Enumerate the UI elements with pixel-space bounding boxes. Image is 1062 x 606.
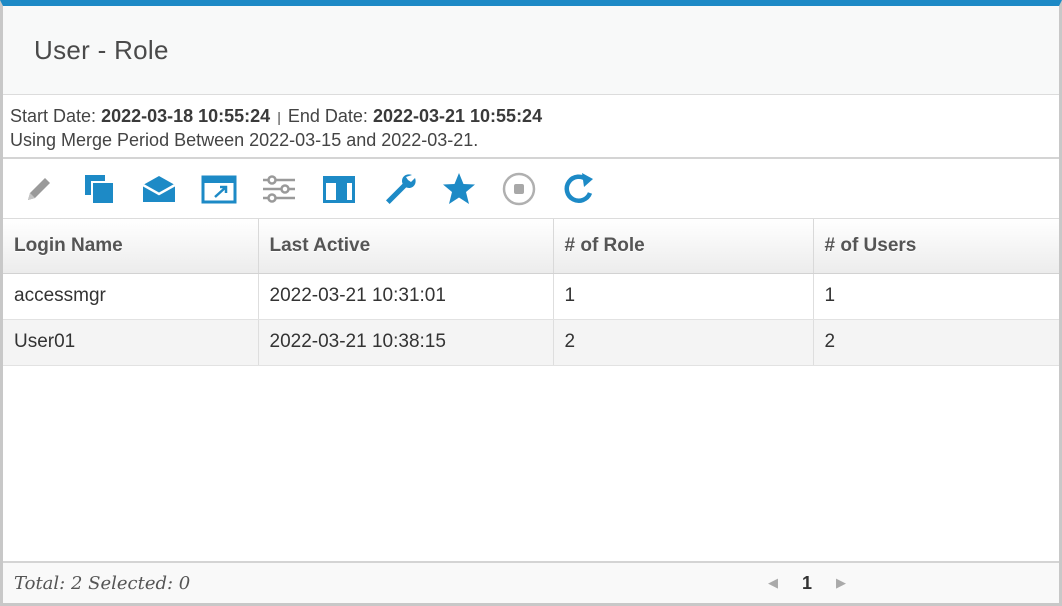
favorite-button[interactable] — [435, 169, 483, 209]
refresh-icon — [564, 172, 593, 203]
start-date-label: Start Date: — [10, 106, 97, 126]
cell-login-name: User01 — [3, 319, 259, 366]
user-role-table: Login Name Last Active # of Role # of Us… — [3, 219, 1059, 366]
pagination: ◀ 1 ▶ — [763, 573, 851, 594]
current-page[interactable]: 1 — [783, 573, 831, 594]
cell-num-role: 1 — [553, 273, 814, 320]
selection-summary: Total: 2 Selected: 0 — [14, 572, 191, 594]
column-header-login-name[interactable]: Login Name — [3, 219, 259, 274]
refresh-button[interactable] — [555, 169, 603, 209]
toolbar — [3, 159, 1059, 219]
table-header-row: Login Name Last Active # of Role # of Us… — [3, 219, 1059, 274]
date-info: Start Date: 2022-03-18 10:55:24 | End Da… — [3, 95, 1059, 159]
table-row[interactable]: accessmgr 2022-03-21 10:31:01 1 1 — [3, 273, 1059, 320]
end-date-value: 2022-03-21 10:55:24 — [372, 106, 543, 126]
user-role-window: User - Role Start Date: 2022-03-18 10:55… — [0, 0, 1062, 606]
title-bar: User - Role — [3, 6, 1059, 95]
filter-settings-button[interactable] — [255, 169, 303, 209]
status-footer: Total: 2 Selected: 0 ◀ 1 ▶ — [3, 561, 1059, 603]
stop-button[interactable] — [495, 169, 543, 209]
column-header-last-active[interactable]: Last Active — [258, 219, 554, 274]
open-window-icon — [201, 175, 237, 203]
copy-icon — [85, 174, 113, 203]
cell-num-users: 2 — [813, 319, 1059, 366]
column-header-num-role[interactable]: # of Role — [553, 219, 814, 274]
date-separator: | — [277, 109, 281, 125]
pencil-icon — [28, 177, 50, 200]
start-date-value: 2022-03-18 10:55:24 — [101, 106, 271, 126]
copy-button[interactable] — [75, 169, 123, 209]
cell-num-role: 2 — [553, 319, 814, 366]
next-page-icon[interactable]: ▶ — [831, 575, 851, 591]
cell-num-users: 1 — [813, 273, 1059, 320]
window-title: User - Role — [34, 34, 169, 65]
stop-icon — [502, 172, 536, 205]
email-button[interactable] — [135, 169, 183, 209]
end-date-label: End Date: — [287, 106, 368, 126]
prev-page-icon[interactable]: ◀ — [763, 575, 783, 591]
sliders-icon — [263, 174, 295, 203]
cell-last-active: 2022-03-21 10:31:01 — [258, 273, 554, 320]
column-header-num-users[interactable]: # of Users — [813, 219, 1059, 274]
columns-button[interactable] — [315, 169, 363, 209]
tools-button[interactable] — [375, 169, 423, 209]
cell-login-name: accessmgr — [3, 273, 259, 320]
edit-button[interactable] — [15, 169, 63, 209]
wrench-icon — [386, 173, 416, 204]
merge-period-text: Using Merge Period Between 2022-03-15 an… — [10, 130, 479, 150]
table-row[interactable]: User01 2022-03-21 10:38:15 2 2 — [3, 319, 1059, 366]
open-new-window-button[interactable] — [195, 169, 243, 209]
mail-icon — [142, 175, 176, 202]
star-icon — [443, 172, 475, 204]
cell-last-active: 2022-03-21 10:38:15 — [258, 319, 554, 366]
date-range-line: Start Date: 2022-03-18 10:55:24 | End Da… — [10, 105, 1052, 129]
columns-icon — [323, 175, 355, 203]
